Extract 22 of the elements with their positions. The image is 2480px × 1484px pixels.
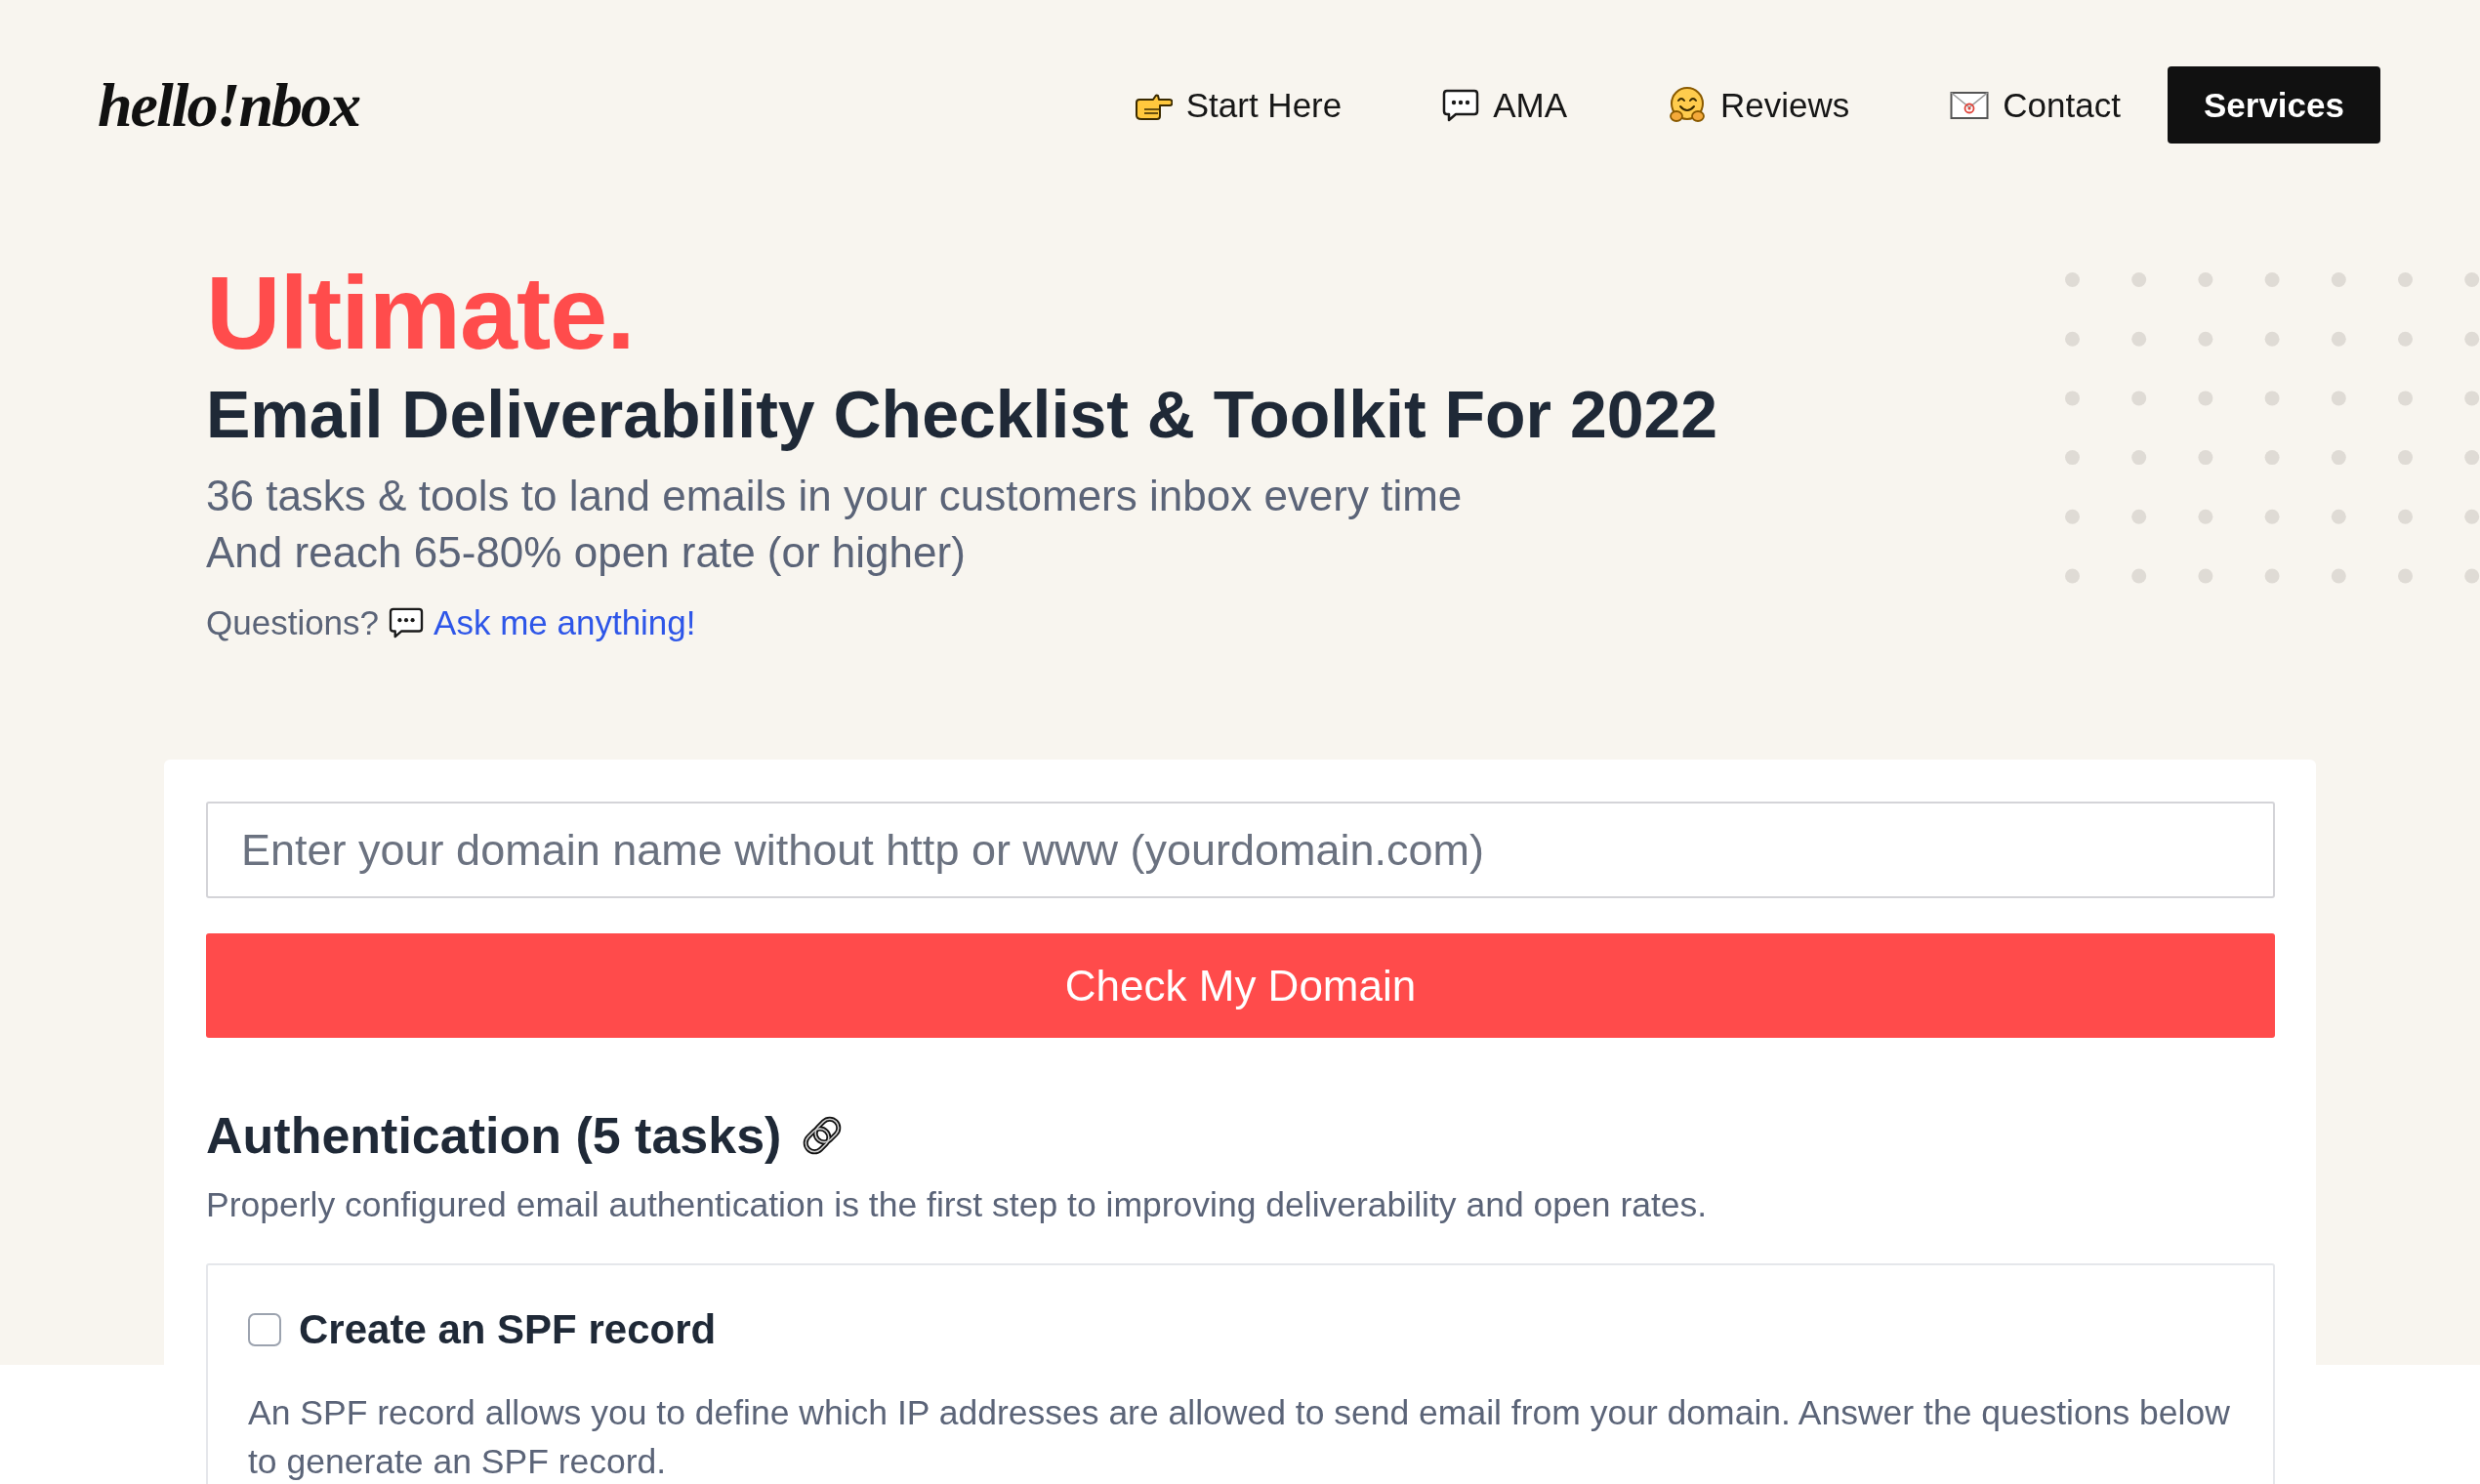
envelope-icon bbox=[1950, 90, 1990, 120]
task-title: Create an SPF record bbox=[299, 1305, 717, 1354]
task-description: An SPF record allows you to define which IP addresses are allowed to send email from your domain. Answer the questions below to generate an SPF record. bbox=[248, 1392, 2230, 1483]
hugging-face-icon bbox=[1668, 85, 1708, 125]
ask-link[interactable]: Ask me anything! bbox=[434, 599, 696, 646]
task-checkbox[interactable] bbox=[248, 1313, 281, 1346]
logo[interactable]: hello!nbox bbox=[98, 73, 360, 137]
domain-input[interactable]: Enter your domain name without http or www (yourdomain.com) bbox=[206, 802, 2275, 898]
nav-link[interactable]: Reviews bbox=[1668, 83, 1850, 127]
section-heading: Authentication (5 tasks) bbox=[206, 1106, 782, 1166]
hero-title: Ultimate. bbox=[206, 261, 635, 364]
nav-link[interactable]: AMA bbox=[1442, 83, 1568, 127]
speech-bubble-icon bbox=[1442, 88, 1480, 122]
section-description: Properly configured email authentication is the first step to improving deliverability and open rates. bbox=[206, 1184, 1709, 1226]
services-button[interactable]: Services bbox=[2167, 66, 2380, 144]
subtitle-line: 36 tasks & tools to land emails in your customers inbox every time bbox=[206, 471, 1463, 521]
subtitle-line: And reach 65-80% open rate (or higher) bbox=[206, 527, 967, 578]
nav-link[interactable]: Contact bbox=[1950, 83, 2121, 127]
questions-label: Questions? bbox=[206, 602, 380, 643]
nav-link[interactable]: Start Here bbox=[1133, 83, 1343, 127]
speech-bubble-icon bbox=[389, 607, 425, 639]
hero-heading: Email Deliverability Checklist & Toolkit For 2022 bbox=[206, 376, 1718, 453]
